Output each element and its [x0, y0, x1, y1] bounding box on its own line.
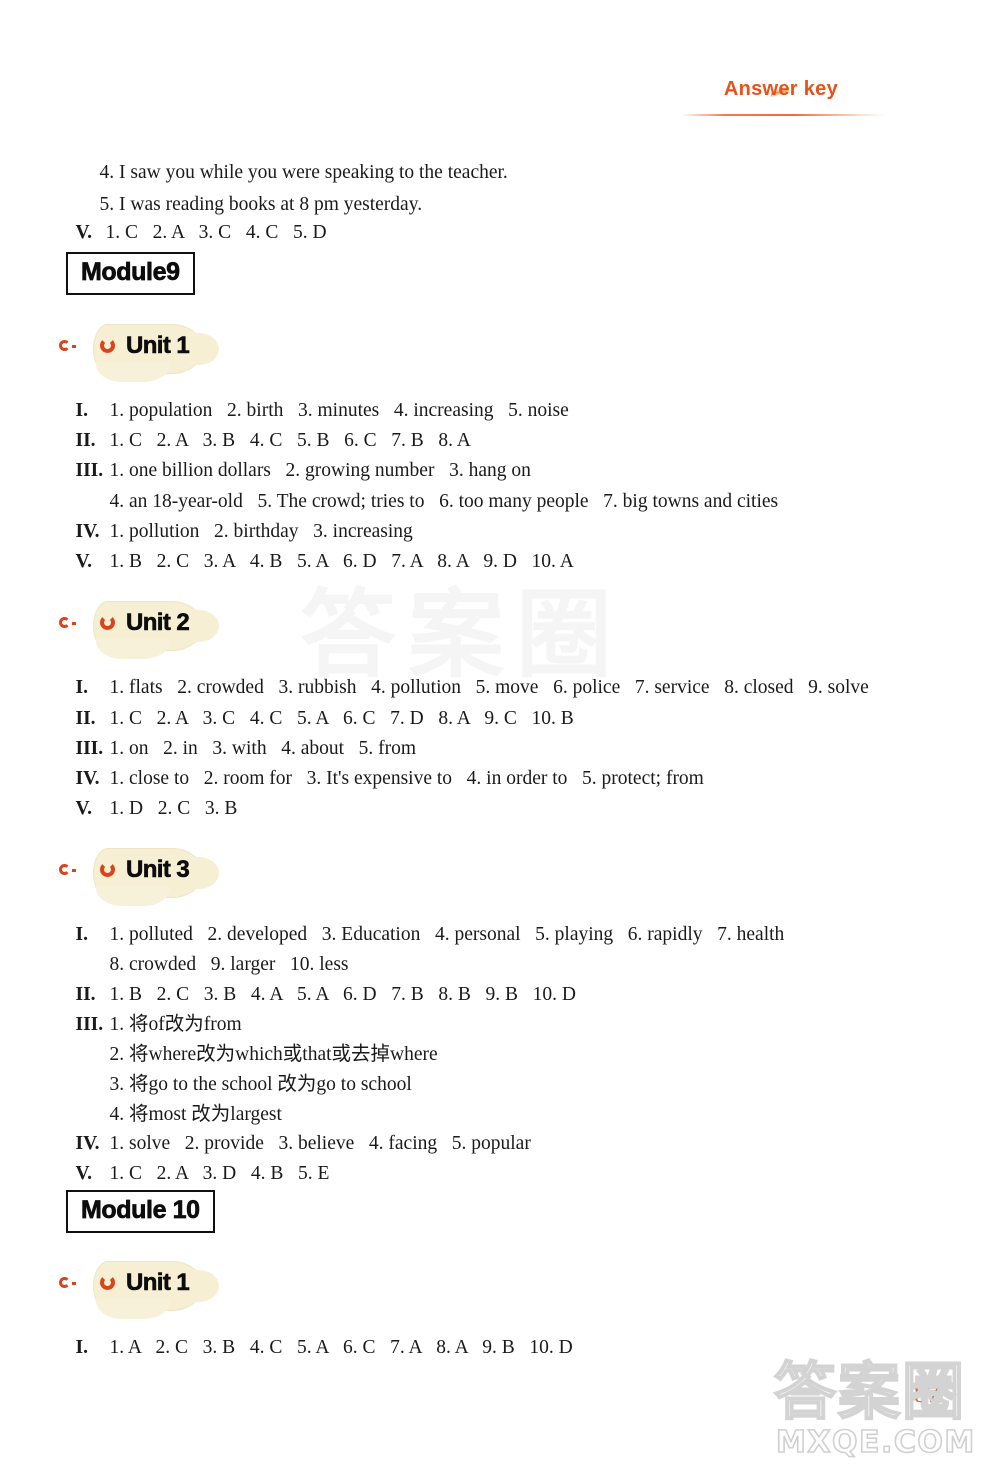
roman-label: V.	[75, 798, 92, 819]
page-number: 87	[914, 1381, 940, 1408]
answer-line: V. 1. D 2. C 3. B	[56, 776, 238, 842]
answer-line: V. 1. B 2. C 3. A 4. B 5. A 6. D 7. A 8. …	[56, 529, 574, 595]
roman-label: V.	[75, 222, 92, 243]
answer-text: 1. D 2. C 3. B	[109, 798, 238, 819]
small-ring-icon	[59, 1277, 76, 1288]
brand-watermark-url: MXQE.COM	[775, 1424, 976, 1461]
brand-watermark: 答案圈 MXQE.COM	[773, 1355, 984, 1467]
roman-label: I.	[75, 1337, 88, 1358]
unit-label: Unit 1	[126, 332, 190, 360]
answer-text: 1. C 2. A 3. D 4. B 5. E	[109, 1163, 330, 1184]
ring-icon	[100, 1275, 115, 1290]
small-ring-icon	[59, 340, 76, 351]
ring-icon	[100, 862, 115, 877]
unit-label: Unit 1	[126, 1269, 190, 1297]
roman-label: V.	[75, 551, 92, 572]
module-heading-9: Module9	[66, 252, 195, 295]
roman-label: V.	[75, 1163, 92, 1184]
ring-icon	[100, 615, 115, 630]
small-ring-icon	[59, 864, 76, 875]
page-title: Answer key	[723, 78, 838, 100]
answer-text: 1. A 2. C 3. B 4. C 5. A 6. C 7. A 8. A …	[109, 1337, 573, 1358]
small-ring-icon	[59, 617, 76, 628]
answer-line: I. 1. A 2. C 3. B 4. C 5. A 6. C 7. A 8. …	[56, 1315, 573, 1381]
answer-text: 1. C 2. A 3. C 4. C 5. D	[105, 222, 327, 243]
ring-icon	[100, 338, 115, 353]
module-heading-10: Module 10	[66, 1190, 215, 1233]
unit-label: Unit 3	[126, 856, 190, 884]
answer-text: 1. B 2. C 3. A 4. B 5. A 6. D 7. A 8. A …	[109, 551, 574, 572]
header-divider	[680, 114, 885, 116]
page-header: Answer key	[0, 78, 1000, 124]
unit-label: Unit 2	[126, 609, 190, 637]
